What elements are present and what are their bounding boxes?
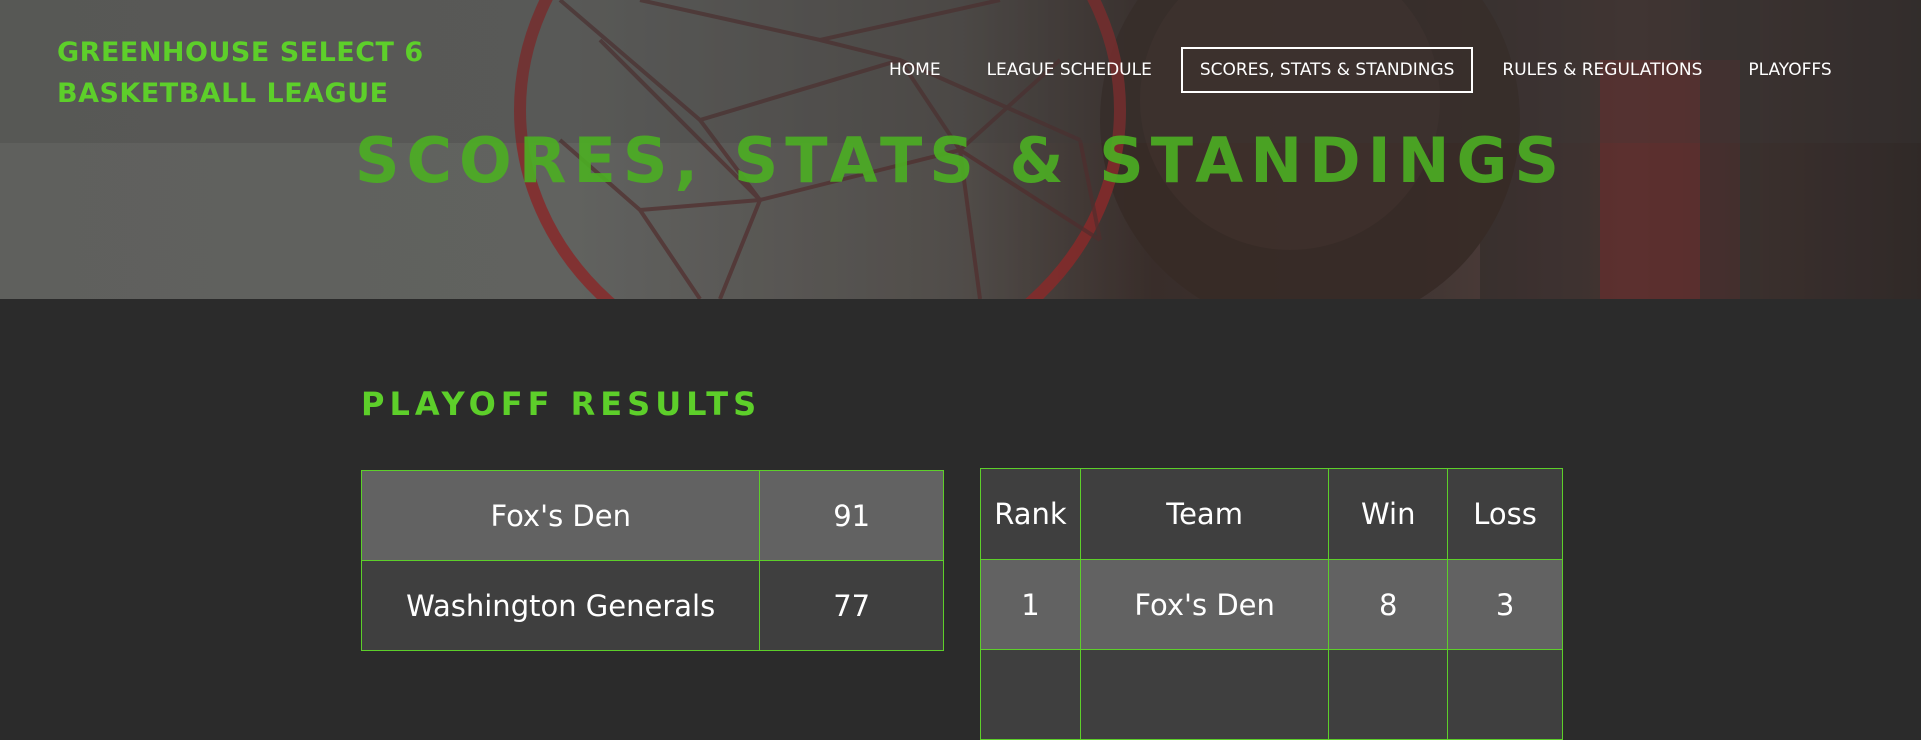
result-team-cell: Fox's Den [360, 470, 761, 561]
page-title: SCORES, STATS & STANDINGS [354, 124, 1567, 197]
nav-league-schedule[interactable]: LEAGUE SCHEDULE [970, 47, 1169, 93]
standings-loss-cell [1447, 649, 1563, 740]
result-team-cell: Washington Generals [360, 560, 761, 651]
header-win: Win [1328, 468, 1449, 560]
table-row: Fox's Den 91 [360, 470, 944, 561]
standings-team-cell [1079, 649, 1330, 740]
result-score-cell: 77 [759, 560, 944, 651]
standings-table: Rank Team Win Loss 1 Fox's Den 8 3 [980, 468, 1563, 740]
playoff-results-table: Fox's Den 91 Washington Generals 77 [360, 470, 944, 651]
standings-rank-cell [980, 649, 1081, 740]
standings-loss-cell: 3 [1447, 559, 1563, 650]
standings-win-cell [1328, 649, 1449, 740]
standings-team-cell: Fox's Den [1079, 559, 1330, 650]
hero-banner: GREENHOUSE SELECT 6 BASKETBALL LEAGUE HO… [0, 0, 1921, 299]
table-header-row: Rank Team Win Loss [980, 468, 1563, 560]
table-row: 1 Fox's Den 8 3 [980, 559, 1563, 650]
site-title-line2: BASKETBALL LEAGUE [57, 78, 389, 109]
main-nav: HOME LEAGUE SCHEDULE SCORES, STATS & STA… [872, 46, 1861, 94]
site-title[interactable]: GREENHOUSE SELECT 6 BASKETBALL LEAGUE [57, 32, 457, 114]
section-title-playoff-results: PLAYOFF RESULTS [361, 385, 762, 423]
table-row [980, 649, 1563, 740]
site-title-line1: GREENHOUSE SELECT 6 [57, 37, 424, 68]
standings-rank-cell: 1 [980, 559, 1081, 650]
nav-playoffs[interactable]: PLAYOFFS [1731, 47, 1848, 93]
header-team: Team [1079, 468, 1330, 560]
header-loss: Loss [1447, 468, 1563, 560]
table-row: Washington Generals 77 [360, 560, 944, 651]
header-rank: Rank [980, 468, 1081, 560]
nav-scores-stats-standings[interactable]: SCORES, STATS & STANDINGS [1180, 47, 1474, 93]
standings-win-cell: 8 [1328, 559, 1449, 650]
result-score-cell: 91 [759, 470, 944, 561]
nav-rules-regulations[interactable]: RULES & REGULATIONS [1485, 47, 1719, 93]
nav-home[interactable]: HOME [872, 47, 958, 93]
